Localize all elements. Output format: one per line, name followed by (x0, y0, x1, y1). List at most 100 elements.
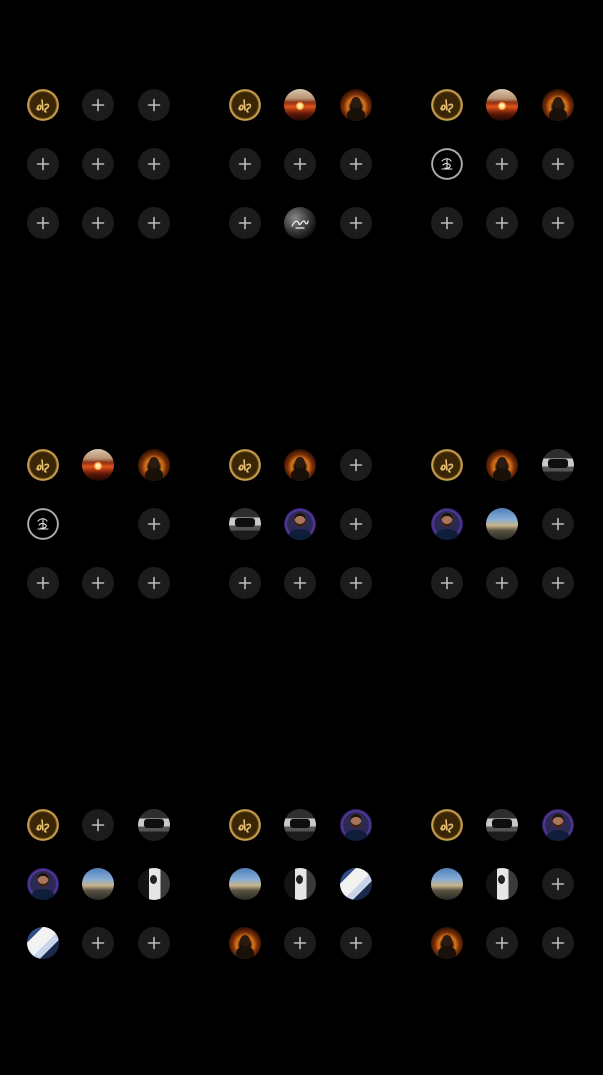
add-slot-button[interactable] (82, 809, 114, 841)
plus-icon (495, 576, 509, 590)
add-slot-button[interactable] (486, 567, 518, 599)
avatar-gold-calligraphy[interactable] (229, 809, 261, 841)
avatar-gold-calligraphy[interactable] (27, 89, 59, 121)
add-slot-button[interactable] (542, 207, 574, 239)
add-slot-button[interactable] (229, 567, 261, 599)
avatar-man-portrait[interactable] (340, 809, 372, 841)
avatar-sky-landscape[interactable] (486, 508, 518, 540)
avatar-fire-portrait[interactable] (229, 927, 261, 959)
avatar-car-bw[interactable] (229, 508, 261, 540)
add-slot-button[interactable] (486, 207, 518, 239)
avatar-blue-white[interactable] (340, 868, 372, 900)
add-slot-button[interactable] (431, 567, 463, 599)
avatar-fire-portrait[interactable] (431, 927, 463, 959)
avatar-gold-calligraphy[interactable] (229, 449, 261, 481)
avatar-gold-calligraphy[interactable] (431, 449, 463, 481)
add-slot-button[interactable] (284, 567, 316, 599)
add-slot-button[interactable] (138, 207, 170, 239)
add-slot-button[interactable] (542, 567, 574, 599)
add-slot-button[interactable] (27, 207, 59, 239)
add-slot-button[interactable] (82, 567, 114, 599)
avatar-car-bw[interactable] (542, 449, 574, 481)
avatar-gold-calligraphy[interactable] (431, 809, 463, 841)
avatar-bw-figure[interactable] (284, 868, 316, 900)
add-slot-button[interactable] (284, 927, 316, 959)
avatar-fire-portrait[interactable] (542, 89, 574, 121)
avatar-blue-white[interactable] (27, 927, 59, 959)
avatar-car-bw[interactable] (138, 809, 170, 841)
avatar-car-bw[interactable] (284, 809, 316, 841)
avatar-fire-portrait[interactable] (340, 89, 372, 121)
plus-icon (238, 157, 252, 171)
plus-icon (551, 216, 565, 230)
plus-icon (91, 576, 105, 590)
add-slot-button[interactable] (82, 148, 114, 180)
plus-icon (349, 458, 363, 472)
add-slot-button[interactable] (486, 148, 518, 180)
avatar-sky-landscape[interactable] (229, 868, 261, 900)
add-slot-button[interactable] (82, 927, 114, 959)
plus-icon (238, 216, 252, 230)
avatar-gold-calligraphy[interactable] (27, 809, 59, 841)
add-slot-button[interactable] (340, 927, 372, 959)
add-slot-button[interactable] (340, 207, 372, 239)
avatar-bw-figure[interactable] (138, 868, 170, 900)
avatar-man-portrait[interactable] (431, 508, 463, 540)
add-slot-button[interactable] (486, 927, 518, 959)
plus-icon (495, 936, 509, 950)
add-slot-button[interactable] (138, 927, 170, 959)
add-slot-button[interactable] (229, 207, 261, 239)
add-slot-button[interactable] (82, 207, 114, 239)
avatar-glitter-script[interactable] (284, 207, 316, 239)
add-slot-button[interactable] (340, 567, 372, 599)
plus-icon (147, 576, 161, 590)
avatar-gold-calligraphy[interactable] (27, 449, 59, 481)
add-slot-button[interactable] (229, 148, 261, 180)
avatar-grid-screen (0, 0, 603, 1075)
plus-icon (91, 216, 105, 230)
avatar-bw-figure[interactable] (486, 868, 518, 900)
plus-icon (349, 157, 363, 171)
add-slot-button[interactable] (340, 449, 372, 481)
add-slot-button[interactable] (82, 89, 114, 121)
plus-icon (91, 818, 105, 832)
avatar-sky-landscape[interactable] (431, 868, 463, 900)
plus-icon (551, 576, 565, 590)
add-slot-button[interactable] (284, 148, 316, 180)
add-slot-button[interactable] (138, 508, 170, 540)
avatar-sunset[interactable] (284, 89, 316, 121)
avatar-sunset[interactable] (486, 89, 518, 121)
avatar-man-portrait[interactable] (27, 868, 59, 900)
add-slot-button[interactable] (542, 508, 574, 540)
avatar-gold-calligraphy[interactable] (229, 89, 261, 121)
plus-icon (36, 576, 50, 590)
avatar-car-bw[interactable] (486, 809, 518, 841)
avatar-gold-calligraphy[interactable] (431, 89, 463, 121)
add-slot-button[interactable] (340, 508, 372, 540)
add-slot-button[interactable] (138, 89, 170, 121)
add-slot-button[interactable] (340, 148, 372, 180)
plus-icon (147, 216, 161, 230)
plus-icon (91, 936, 105, 950)
add-slot-button[interactable] (138, 148, 170, 180)
plus-icon (440, 576, 454, 590)
avatar-white-calligraphy[interactable] (431, 148, 463, 180)
avatar-fire-portrait[interactable] (138, 449, 170, 481)
avatar-sunset[interactable] (82, 449, 114, 481)
add-slot-button[interactable] (431, 207, 463, 239)
add-slot-button[interactable] (27, 148, 59, 180)
avatar-sky-landscape[interactable] (82, 868, 114, 900)
avatar-fire-portrait[interactable] (486, 449, 518, 481)
avatar-white-calligraphy[interactable] (27, 508, 59, 540)
avatar-man-portrait[interactable] (284, 508, 316, 540)
avatar-man-portrait[interactable] (542, 809, 574, 841)
add-slot-button[interactable] (542, 868, 574, 900)
plus-icon (91, 157, 105, 171)
add-slot-button[interactable] (27, 567, 59, 599)
add-slot-button[interactable] (138, 567, 170, 599)
avatar-fire-portrait[interactable] (284, 449, 316, 481)
add-slot-button[interactable] (542, 927, 574, 959)
plus-icon (349, 216, 363, 230)
add-slot-button[interactable] (542, 148, 574, 180)
plus-icon (349, 517, 363, 531)
